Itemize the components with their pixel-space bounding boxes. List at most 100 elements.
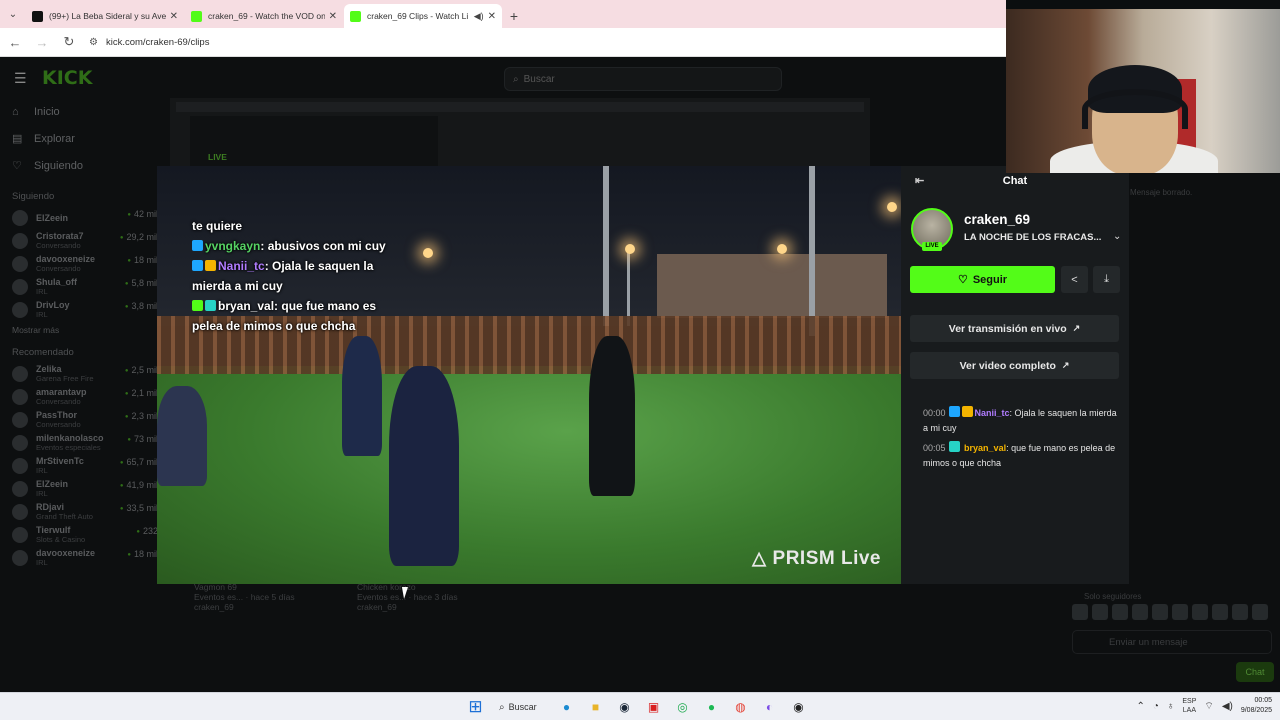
browser-tab-1[interactable]: (99+) La Beba Sideral y su Aven ✕ [26, 4, 184, 28]
speaker-icon[interactable]: ◀) [474, 11, 484, 22]
video-building [657, 254, 887, 318]
viewer-count: 232 [136, 526, 158, 536]
avatar [12, 434, 28, 451]
chrome-icon[interactable]: ◍ [729, 696, 752, 718]
channel-text: Shula_off IRL [36, 277, 77, 296]
panel-title: Chat [1002, 175, 1028, 187]
close-icon[interactable]: ✕ [170, 11, 178, 22]
avatar [12, 503, 28, 520]
wifi-icon[interactable]: ⌔ [1204, 700, 1213, 713]
sidebar-channel[interactable]: DrivLoyIRL 3,8 mil [12, 298, 158, 321]
close-icon[interactable]: ✕ [488, 11, 496, 22]
sidebar-channel[interactable]: milenkanolascoEventos especiales 73 mil [12, 431, 158, 454]
heart-icon: ♡ [957, 274, 968, 286]
menu-icon[interactable]: ☰ [14, 70, 34, 87]
message-username[interactable]: bryan_val [964, 443, 1006, 453]
watch-live-button[interactable]: Ver transmisión en vivo ↗ [910, 315, 1119, 342]
video-light-pole [627, 246, 630, 326]
sidebar-channel[interactable]: TierwulfSlots & Casino 232 [12, 523, 158, 546]
clock[interactable]: 00:05 9/08/2025 [1241, 696, 1272, 716]
chat-message: 00:00 Nanii_tc: Ojala le saquen la mierda… [923, 406, 1123, 435]
language-indicator[interactable]: ESP LAA [1182, 697, 1196, 715]
sidebar-channel[interactable]: ElZeeinIRL 41,9 mil [12, 477, 158, 500]
channel-name: amarantavp [36, 387, 87, 397]
overlay-username: bryan_val [218, 299, 275, 313]
follow-button[interactable]: ♡ Seguir [910, 266, 1055, 293]
chat-message-input[interactable]: Enviar un mensaje [1072, 630, 1272, 654]
network-icon[interactable]: ◔ [1153, 701, 1159, 712]
full-video-button[interactable]: Ver video completo ↗ [910, 352, 1119, 379]
avatar [12, 549, 28, 566]
avatar [12, 480, 28, 497]
sidebar-channel[interactable]: RDjaviGrand Theft Auto 33,5 mil [12, 500, 158, 523]
forward-icon[interactable]: → [30, 35, 54, 50]
whatsapp-icon[interactable]: ◎ [671, 696, 694, 718]
show-more-link[interactable]: Mostrar más [12, 325, 158, 335]
channel-name: Shula_off [36, 277, 78, 287]
sidebar-channel[interactable]: ElZeein 42 mil [12, 206, 158, 229]
avatar [12, 301, 28, 318]
spotify-icon[interactable]: ● [700, 696, 723, 718]
file-explorer-icon[interactable]: ■ [584, 696, 607, 718]
home-icon: ⌂ [12, 105, 19, 118]
sidebar-item-explorar[interactable]: ▤ Explorar [12, 125, 158, 152]
url-field[interactable]: ⚙ kick.com/craken-69/clips [89, 37, 209, 48]
site-info-icon[interactable]: ⚙ [89, 37, 98, 48]
sidebar-channel[interactable]: PassThorConversando 2,3 mil [12, 408, 158, 431]
messenger-icon[interactable]: ◐ [758, 696, 781, 718]
taskbar-search[interactable]: ⌕ Buscar [493, 696, 549, 718]
sidebar: ⌂ Inicio ▤ Explorar ♡ Siguiendo Siguiend… [0, 98, 158, 692]
channel-text: RDjavi Grand Theft Auto [36, 502, 93, 521]
volume-icon[interactable]: ◀) [1222, 701, 1233, 712]
browser-tab-2[interactable]: craken_69 - Watch the VOD on ✕ [185, 4, 343, 28]
sidebar-channel[interactable]: MrStivenTcIRL 65,7 mil [12, 454, 158, 477]
sidebar-item-siguiendo[interactable]: ♡ Siguiendo [12, 152, 158, 179]
close-icon[interactable]: ✕ [329, 11, 337, 22]
badge-icon [205, 300, 216, 311]
video-player[interactable]: te quiere yvngkayn: abusivos con mi cuy … [157, 166, 901, 584]
compass-icon: ▤ [12, 133, 23, 145]
steam-icon[interactable]: ◉ [613, 696, 636, 718]
download-button[interactable]: ⤓ [1093, 266, 1120, 293]
badge-icon [948, 441, 960, 452]
streamer-name[interactable]: craken_69 [964, 212, 1030, 227]
edge-icon[interactable]: ● [555, 696, 578, 718]
download-icon: ⤓ [1104, 273, 1109, 285]
sidebar-channel[interactable]: davooxeneizeConversando 18 mil [12, 252, 158, 275]
sidebar-channel[interactable]: amarantavpConversando 2,1 mil [12, 385, 158, 408]
channel-name: ElZeein [36, 479, 69, 489]
winrar-icon[interactable]: ▣ [642, 696, 665, 718]
obs-icon[interactable]: ◉ [787, 696, 810, 718]
mic-icon[interactable]: ♁ [1167, 701, 1175, 712]
sidebar-channel[interactable]: ZelikaGarena Free Fire 2,5 mil [12, 362, 158, 385]
search-input[interactable]: ⌕ Buscar [504, 67, 782, 91]
collapse-icon[interactable]: ⇤ [915, 174, 924, 187]
chat-send-button[interactable]: Chat [1236, 662, 1274, 682]
channel-category: Slots & Casino [36, 535, 86, 544]
new-tab-button[interactable]: + [503, 4, 525, 28]
reload-icon[interactable]: ↻ [57, 34, 81, 50]
sidebar-item-label: Inicio [34, 105, 60, 118]
sidebar-channel[interactable]: Shula_offIRL 5,8 mil [12, 275, 158, 298]
live-badge: LIVE [922, 242, 942, 251]
sidebar-channel[interactable]: davooxeneizeIRL 18 mil [12, 546, 158, 569]
message-username[interactable]: Nanii_tc [975, 408, 1010, 418]
clip-card[interactable]: Vagmon 69 Eventos es... · hace 5 días cr… [194, 582, 295, 612]
avatar [12, 209, 28, 226]
kick-logo[interactable]: KICK [42, 67, 92, 89]
streamer-info[interactable]: LIVE craken_69 LA NOCHE DE LOS FRACAS...… [911, 208, 1123, 254]
windows-start-icon[interactable]: ⊞ [464, 696, 487, 718]
chevron-down-icon[interactable]: ⌄ [1113, 231, 1121, 242]
url-text: kick.com/craken-69/clips [105, 36, 210, 48]
search-icon: ⌕ [499, 701, 505, 713]
chevron-up-icon[interactable]: ⌃ [1136, 701, 1144, 712]
lang-layout: LAA [1182, 707, 1197, 714]
channel-text: Zelika Garena Free Fire [36, 364, 94, 383]
share-button[interactable]: < [1061, 266, 1088, 293]
tab-search-menu[interactable]: ⌄ [0, 0, 26, 28]
avatar [12, 365, 28, 382]
browser-tab-3[interactable]: craken_69 Clips - Watch Li ◀) ✕ [344, 4, 502, 28]
back-icon[interactable]: ← [3, 35, 27, 50]
sidebar-channel[interactable]: Cristorata7Conversando 29,2 mil [12, 229, 158, 252]
sidebar-item-inicio[interactable]: ⌂ Inicio [12, 98, 158, 125]
